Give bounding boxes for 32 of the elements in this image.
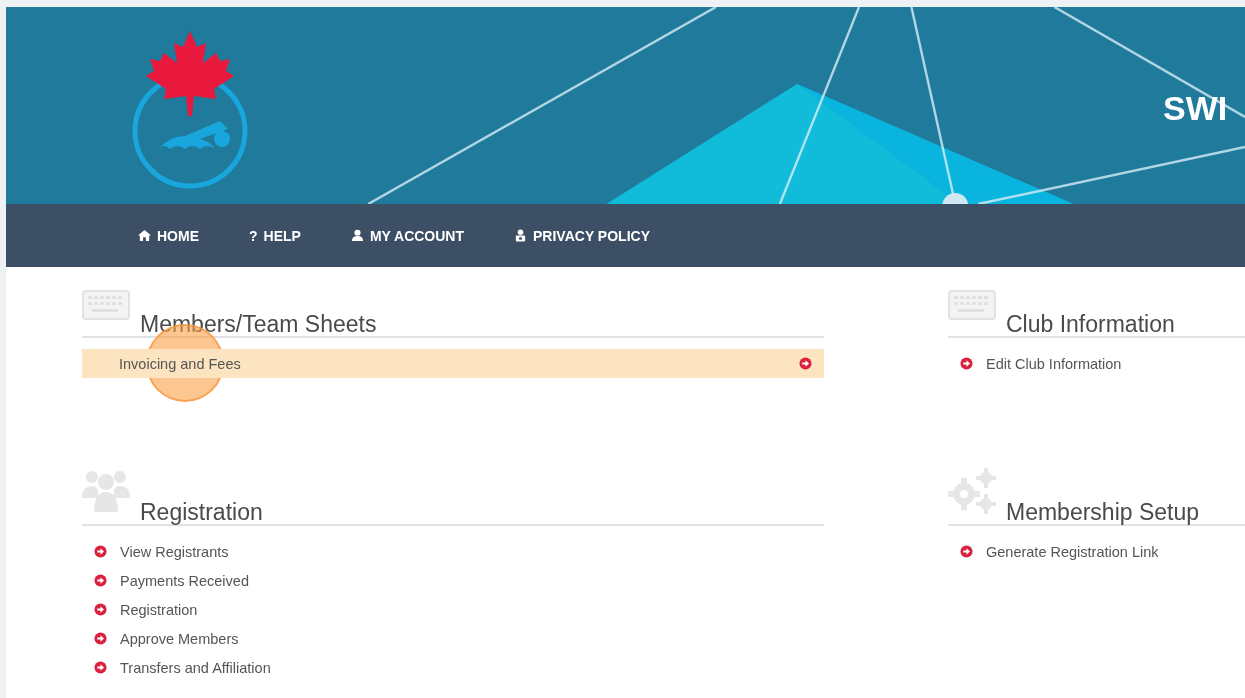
section-title: Registration (140, 499, 263, 526)
gears-icon (948, 468, 996, 514)
section-title: Members/Team Sheets (140, 311, 377, 338)
section-title: Membership Setup (1006, 499, 1200, 526)
menu-link[interactable]: View Registrants (82, 537, 824, 566)
menu-link[interactable]: Payments Received (82, 566, 824, 595)
home-icon (138, 229, 151, 242)
people-icon (82, 468, 130, 514)
menu-link[interactable]: Approve Members (82, 624, 824, 653)
nav-link[interactable]: ? HELP (243, 221, 307, 250)
site-title: SWI (1163, 89, 1228, 128)
menu-link[interactable]: Transfers and Affiliation (82, 653, 824, 682)
arrow-circle-icon (94, 545, 107, 558)
menu-link[interactable]: Registration (82, 595, 824, 624)
nav-link[interactable]: HOME (132, 221, 205, 250)
nav-link[interactable]: MY ACCOUNT (344, 221, 471, 250)
menu-link[interactable]: Generate Registration Link (948, 537, 1245, 566)
arrow-circle-icon (960, 545, 973, 558)
arrow-circle-icon (94, 632, 107, 645)
user-icon (350, 229, 364, 242)
menu-link[interactable]: Edit Club Information (948, 349, 1245, 378)
arrow-circle-icon (960, 357, 973, 370)
menu-link[interactable]: Invoicing and Fees (82, 349, 824, 378)
arrow-circle-icon (799, 357, 812, 370)
arrow-circle-icon (94, 603, 107, 616)
arrow-circle-icon (94, 574, 107, 587)
user-lock-icon (514, 229, 528, 242)
keyboard-icon (948, 290, 996, 320)
section-title: Club Information (1006, 311, 1175, 338)
nav-link[interactable]: PRIVACY POLICY (508, 221, 656, 250)
keyboard-icon (82, 290, 130, 320)
arrow-circle-icon (94, 661, 107, 674)
